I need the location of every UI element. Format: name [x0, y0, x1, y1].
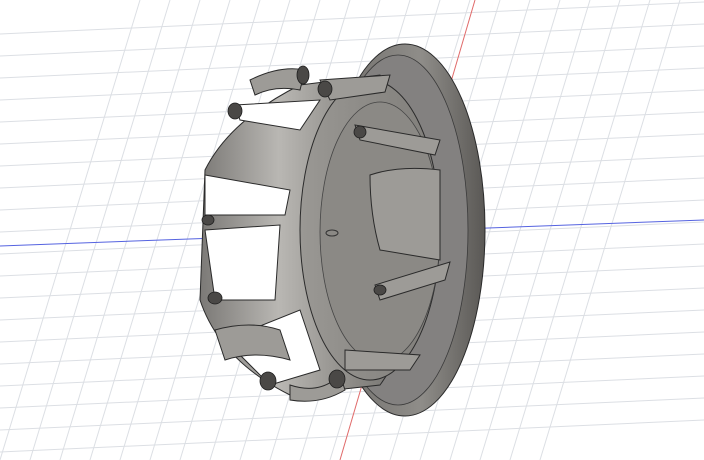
viewport-canvas[interactable]: [0, 0, 704, 460]
cap-plug-model[interactable]: [199, 43, 486, 417]
cad-viewport[interactable]: [0, 0, 704, 460]
grid-line: [59, 0, 201, 460]
grid-line: [479, 0, 621, 460]
grid-line: [0, 0, 141, 460]
grid-line: [539, 0, 681, 460]
